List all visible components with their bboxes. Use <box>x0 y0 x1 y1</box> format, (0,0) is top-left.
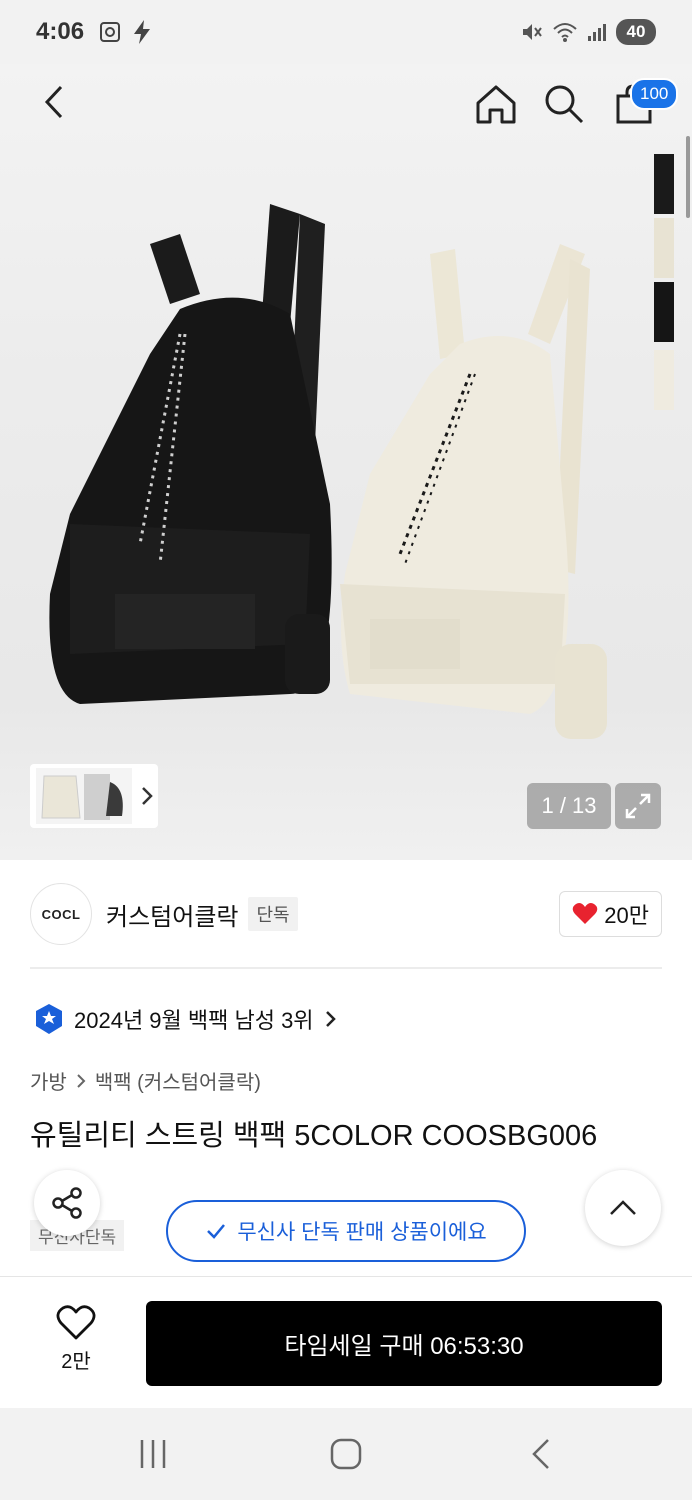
thumbnail-image <box>36 768 132 824</box>
scroll-top-button[interactable] <box>585 1170 661 1246</box>
breadcrumb-subcategory[interactable]: 백팩 (커스텀어클락) <box>95 1066 261 1095</box>
checkmark-icon <box>207 1224 226 1239</box>
exclusive-tag: 단독 <box>248 897 298 931</box>
product-image-gallery[interactable]: 1 / 13 <box>0 64 692 860</box>
home-button[interactable] <box>468 76 524 132</box>
bottom-action-bar: 2만 타임세일 구매 06:53:30 <box>0 1276 692 1408</box>
product-screen: 4:06 40 1 / 13 100 COCL 커스텀어클락 단독 20만 20… <box>0 0 692 1500</box>
brand-like-button[interactable]: 20만 <box>559 891 662 937</box>
chevron-right-icon <box>77 1073 86 1088</box>
like-count: 2만 <box>61 1351 91 1373</box>
system-nav-bar <box>0 1408 692 1500</box>
home-icon <box>476 85 516 124</box>
home-nav-icon[interactable] <box>330 1438 362 1470</box>
exclusive-notice-text: 무신사 단독 판매 상품이에요 <box>237 1221 487 1244</box>
brand-like-count: 20만 <box>604 903 649 928</box>
heart-outline-icon <box>56 1305 96 1340</box>
color-swatch-white[interactable] <box>654 350 674 410</box>
wifi-icon <box>553 23 577 42</box>
charging-icon <box>134 20 151 44</box>
divider <box>30 967 662 969</box>
time-sale-buy-button[interactable]: 타임세일 구매 06:53:30 <box>146 1301 662 1386</box>
share-button[interactable] <box>34 1170 100 1236</box>
search-icon <box>545 85 584 124</box>
product-title: 유틸리티 스트링 백팩 5COLOR COOSBG006 <box>30 1120 598 1152</box>
ranking-link[interactable]: 2024년 9월 백팩 남성 3위 <box>34 1002 338 1036</box>
share-icon <box>52 1187 82 1219</box>
screenshot-icon <box>100 22 121 42</box>
scrollbar[interactable] <box>686 136 690 218</box>
chevron-right-icon <box>325 1011 336 1027</box>
image-counter: 1 / 13 <box>527 783 611 829</box>
brand-row[interactable]: COCL 커스텀어클락 단독 20만 <box>30 882 662 946</box>
like-button[interactable]: 2만 <box>40 1305 112 1374</box>
chevron-up-icon <box>610 1200 636 1215</box>
heart-filled-icon <box>573 903 598 924</box>
signal-icon <box>588 24 606 41</box>
color-swatch-ivory[interactable] <box>654 218 674 278</box>
status-left-icons <box>98 19 152 45</box>
thumbnail-strip[interactable] <box>30 764 158 828</box>
search-button[interactable] <box>536 76 592 132</box>
expand-button[interactable] <box>615 783 661 829</box>
color-swatch-black-2[interactable] <box>654 282 674 342</box>
battery-indicator: 40 <box>616 19 656 45</box>
ranking-text: 2024년 9월 백팩 남성 3위 <box>74 1008 314 1033</box>
brand-logo[interactable]: COCL <box>30 883 92 945</box>
breadcrumb-category[interactable]: 가방 <box>30 1066 67 1095</box>
product-image <box>49 204 607 739</box>
status-bar: 4:06 40 <box>0 0 692 64</box>
exclusive-notice-pill[interactable]: 무신사 단독 판매 상품이에요 <box>166 1200 526 1262</box>
expand-icon <box>625 793 651 819</box>
chevron-right-icon <box>142 787 153 805</box>
brand-name[interactable]: 커스텀어클락 <box>106 897 238 932</box>
status-time: 4:06 <box>36 18 85 45</box>
color-swatch-black[interactable] <box>654 154 674 214</box>
cart-count-badge: 100 <box>630 78 679 110</box>
mute-icon <box>523 24 542 40</box>
back-nav-icon[interactable] <box>530 1438 552 1470</box>
ranking-badge-icon <box>36 1004 62 1034</box>
recent-apps-icon[interactable] <box>138 1438 168 1470</box>
back-button[interactable] <box>26 74 82 130</box>
status-right-icons: 40 <box>520 19 656 45</box>
back-arrow-icon <box>44 85 63 119</box>
breadcrumb: 가방 백팩 (커스텀어클락) <box>30 1066 261 1095</box>
